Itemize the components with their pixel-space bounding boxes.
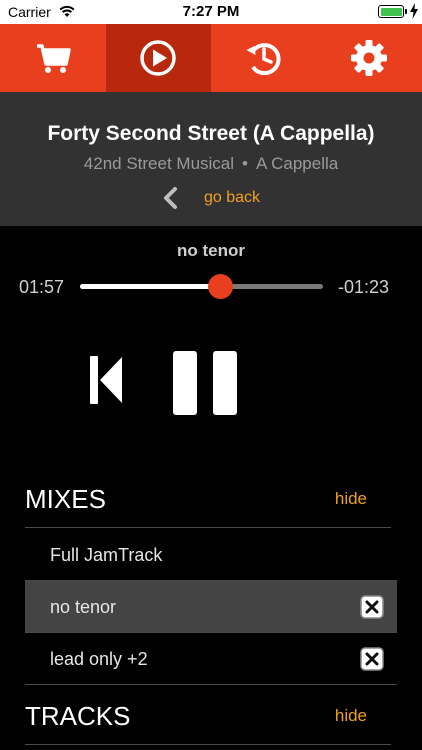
song-header: Forty Second Street (A Cappella) 42nd St… xyxy=(0,92,422,226)
status-bar: Carrier 7:27 PM xyxy=(0,0,422,24)
go-back-button[interactable]: go back xyxy=(0,186,422,210)
tracks-title: TRACKS xyxy=(25,701,131,731)
mixes-title: MIXES xyxy=(25,484,106,514)
mix-item-label: lead only +2 xyxy=(50,649,148,669)
tracks-header: TRACKS hide xyxy=(25,693,391,745)
battery-icon xyxy=(378,5,404,18)
mixes-header: MIXES hide xyxy=(25,476,391,528)
tracks-hide-button[interactable]: hide xyxy=(335,706,367,726)
gear-icon xyxy=(351,40,388,76)
song-subtitle: 42nd Street Musical • A Cappella xyxy=(0,154,422,174)
elapsed-time: 01:57 xyxy=(19,277,65,297)
song-title: Forty Second Street (A Cappella) xyxy=(47,122,375,145)
musical-name: 42nd Street Musical xyxy=(83,154,235,173)
skip-back-button[interactable] xyxy=(88,352,124,408)
tab-history[interactable] xyxy=(211,24,317,92)
mix-item-lead-only[interactable]: lead only +2 xyxy=(25,633,397,685)
mix-item-label: no tenor xyxy=(50,597,117,617)
go-back-label: go back xyxy=(203,189,261,206)
current-mix-name: no tenor xyxy=(177,241,245,260)
tab-bar xyxy=(0,24,422,92)
tab-store[interactable] xyxy=(0,24,106,92)
progress-fill xyxy=(80,284,221,289)
progress-slider[interactable] xyxy=(80,274,323,299)
clock: 7:27 PM xyxy=(182,3,240,20)
history-icon xyxy=(246,43,281,76)
pause-button[interactable] xyxy=(173,351,237,415)
tab-player[interactable] xyxy=(105,24,211,92)
cart-icon xyxy=(36,44,71,73)
mix-item-full-jamtrack[interactable]: Full JamTrack xyxy=(25,529,397,581)
progress-thumb[interactable] xyxy=(208,274,234,299)
chevron-left-icon xyxy=(163,187,177,209)
tab-settings[interactable] xyxy=(317,24,422,92)
genre-name: A Cappella xyxy=(255,154,339,173)
play-circle-icon xyxy=(140,40,176,76)
remove-mix-button[interactable] xyxy=(360,595,384,619)
remove-mix-button[interactable] xyxy=(360,647,384,671)
mix-item-no-tenor[interactable]: no tenor xyxy=(25,581,397,633)
charging-bolt-icon xyxy=(410,3,418,19)
mixes-hide-button[interactable]: hide xyxy=(335,489,367,509)
mix-item-label: Full JamTrack xyxy=(50,545,163,565)
remaining-time: -01:23 xyxy=(337,277,389,297)
subtitle-separator: • xyxy=(242,154,248,173)
